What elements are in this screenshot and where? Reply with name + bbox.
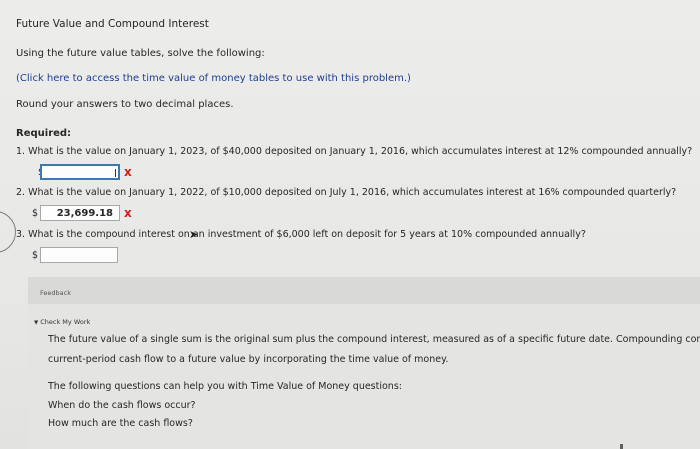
question-3-text: 3. What is the compound interest on an i… — [16, 229, 586, 240]
feedback-paragraph-line: The following questions can help you wit… — [48, 381, 402, 392]
feedback-paragraph-line: How much are the cash flows? — [48, 418, 193, 429]
problem-title: Future Value and Compound Interest — [16, 18, 209, 30]
question-marker-circle — [0, 211, 16, 253]
feedback-paragraph-line: When do the cash flows occur? — [48, 400, 196, 411]
check-my-work-toggle[interactable]: ▼ Check My Work — [34, 318, 90, 326]
scroll-indicator — [620, 444, 623, 449]
question-2-answer-input[interactable]: 23,699.18 — [40, 205, 120, 221]
expand-triangle-icon: ▼ — [34, 320, 39, 326]
feedback-label: Feedback — [40, 289, 71, 297]
question-2-text: 2. What is the value on January 1, 2022,… — [16, 187, 677, 198]
question-2-currency: $ — [32, 208, 39, 219]
question-1-text: 1. What is the value on January 1, 2023,… — [16, 146, 693, 157]
incorrect-icon: x — [124, 206, 132, 220]
mouse-pointer-icon: ➤ — [189, 228, 199, 241]
incorrect-icon: x — [124, 165, 132, 179]
feedback-paragraph-line: The future value of a single sum is the … — [48, 334, 700, 345]
instruction-text: Using the future value tables, solve the… — [16, 48, 265, 59]
question-1-answer-input[interactable] — [40, 164, 120, 180]
problem-page: Future Value and Compound Interest Using… — [0, 0, 700, 449]
text-cursor — [115, 169, 116, 177]
check-my-work-label: Check My Work — [40, 318, 91, 326]
required-heading: Required: — [16, 128, 72, 139]
tables-link[interactable]: (Click here to access the time value of … — [16, 73, 411, 84]
rounding-note: Round your answers to two decimal places… — [16, 99, 234, 110]
question-2-answer-value: 23,699.18 — [56, 208, 113, 219]
feedback-paragraph-line: current-period cash flow to a future val… — [48, 354, 449, 365]
feedback-header: Feedback — [28, 277, 700, 305]
question-3-currency: $ — [32, 250, 39, 261]
question-3-answer-input[interactable] — [40, 247, 118, 263]
